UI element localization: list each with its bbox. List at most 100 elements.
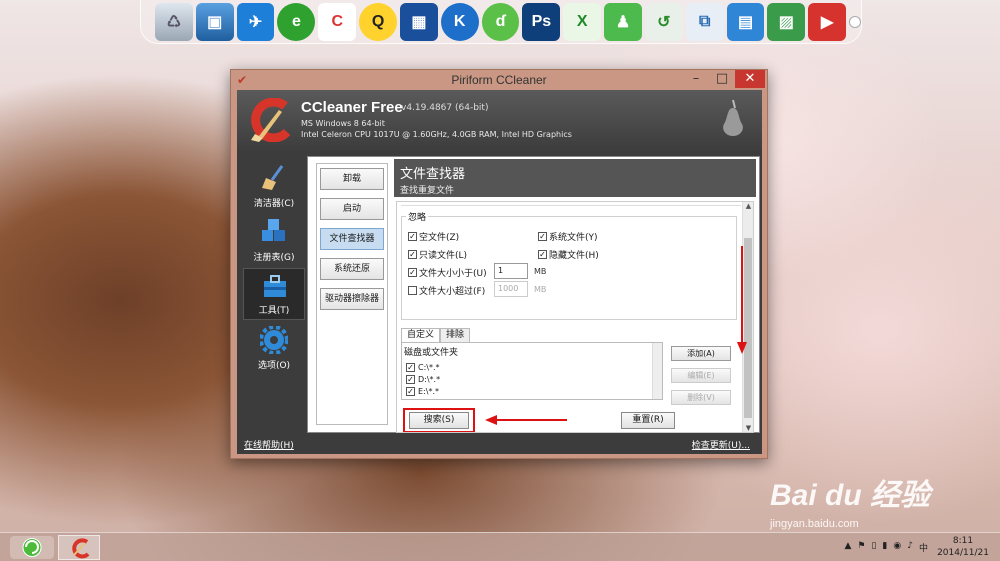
subnav-file-finder[interactable]: 文件查找器	[320, 228, 384, 250]
group-title: 忽略	[406, 210, 429, 223]
photoshop-icon[interactable]: Ps	[522, 2, 561, 41]
checkbox-box: ✓	[408, 268, 417, 277]
check-updates-link[interactable]: 检查更新(U)...	[692, 438, 750, 451]
ccleaner-icon[interactable]: C	[318, 2, 357, 41]
title-bar[interactable]: ✔ Piriform CCleaner – □ ✕	[231, 70, 767, 90]
sidebar-item-options[interactable]: 选项(O)	[243, 322, 305, 374]
product-name: CCleaner Free	[301, 99, 403, 116]
system-tray: ▲ ⚑ ▯ ▮ ◉ ♪ 中	[844, 541, 928, 554]
folder-list: 磁盘或文件夹 ✓ C:\*.* ✓ D:\*.* ✓ E:\*.*	[401, 342, 663, 400]
refresh-icon[interactable]: ↺	[644, 2, 683, 41]
reset-button[interactable]: 重置(R)	[621, 412, 675, 429]
excel-icon[interactable]: X	[563, 2, 602, 41]
sidebar-item-label: 选项(O)	[257, 361, 291, 371]
network-icon[interactable]: ◉	[893, 541, 901, 554]
video-player-icon[interactable]: ▦	[399, 2, 438, 41]
list-item[interactable]: ✓ E:\*.*	[406, 387, 439, 396]
smaller-than-checkbox[interactable]: ✓ 文件大小小于(U)	[408, 266, 487, 279]
online-help-link[interactable]: 在线帮助(H)	[244, 438, 294, 451]
subnav-startup[interactable]: 启动	[320, 198, 384, 220]
delete-button[interactable]: 删除(V)	[671, 390, 731, 405]
battery-icon[interactable]: ▮	[882, 541, 887, 554]
path-label: C:\*.*	[418, 363, 440, 372]
sidebar-item-cleaner[interactable]: 清洁器(C)	[243, 160, 305, 212]
zero-files-checkbox[interactable]: ✓ 空文件(Z)	[408, 230, 459, 243]
checkbox-label: 系统文件(Y)	[549, 233, 598, 243]
network-icon[interactable]: ⧉	[685, 2, 724, 41]
window-client: CCleaner Free v4.19.4867 (64-bit) MS Win…	[237, 90, 762, 454]
sidebar-item-label: 工具(T)	[258, 306, 290, 316]
os-info: MS Windows 8 64-bit	[301, 119, 385, 128]
browser-e-icon[interactable]: e	[277, 2, 316, 41]
checkbox-box: ✓	[406, 375, 415, 384]
document-icon[interactable]: ▤	[726, 2, 765, 41]
start-orb-icon	[22, 538, 42, 557]
taskbar-ccleaner[interactable]	[58, 535, 100, 560]
checkbox-box: ✓	[538, 232, 547, 241]
computer-icon[interactable]: ▣	[195, 2, 234, 41]
watermark-brand: Bai du 经验	[770, 479, 931, 512]
sidebar-item-label: 注册表(G)	[253, 253, 295, 263]
subnav-drive-wiper[interactable]: 驱动器擦除器	[320, 288, 384, 310]
add-button[interactable]: 添加(A)	[671, 346, 731, 361]
hidden-files-checkbox[interactable]: ✓ 隐藏文件(H)	[538, 248, 599, 261]
page-title: 文件查找器	[400, 167, 466, 182]
clock[interactable]: 8:11 2014/11/21	[932, 535, 994, 559]
list-item[interactable]: ✓ C:\*.*	[406, 363, 440, 372]
checkbox-box	[408, 286, 417, 295]
scroll-down-icon[interactable]: ▼	[743, 424, 753, 432]
maximize-button[interactable]: □	[709, 70, 735, 88]
volume-icon[interactable]: ♪	[907, 541, 913, 554]
checkbox-box: ✓	[408, 232, 417, 241]
sidebar-item-registry[interactable]: 注册表(G)	[243, 214, 305, 266]
larger-than-size-input[interactable]: 1000	[494, 281, 528, 297]
subnav-uninstall[interactable]: 卸载	[320, 168, 384, 190]
readonly-files-checkbox[interactable]: ✓ 只读文件(L)	[408, 248, 467, 261]
media-icon[interactable]: ▶	[808, 2, 847, 41]
picture-icon[interactable]: ▨	[767, 2, 806, 41]
location-tabs: 自定义 排除	[401, 328, 471, 342]
finder-options-area: 忽略 ✓ 空文件(Z) ✓ 系统文件(Y) ✓ 只读文件(L) ✓ 隐藏文件(H) ✓ 文…	[396, 201, 754, 433]
user-icon[interactable]: ♟	[604, 2, 642, 41]
toolbox-icon	[264, 275, 286, 297]
qq-icon[interactable]: Q	[359, 2, 397, 41]
recycle-bin-icon[interactable]: ♺	[155, 2, 193, 41]
close-button[interactable]: ✕	[735, 70, 765, 88]
device-icon[interactable]: ▯	[871, 541, 876, 554]
hardware-info: Intel Celeron CPU 1017U @ 1.60GHz, 4.0GB…	[301, 130, 572, 139]
show-hidden-icon[interactable]: ▲	[844, 541, 851, 554]
list-scrollbar[interactable]	[652, 343, 662, 399]
ccleaner-window: ✔ Piriform CCleaner – □ ✕ CCleaner Free …	[230, 69, 768, 459]
piriform-pear-icon	[723, 99, 743, 136]
sidebar-item-tools[interactable]: 工具(T)	[243, 268, 305, 320]
input-method-icon[interactable]: 中	[919, 541, 928, 554]
size-unit: MB	[534, 267, 547, 276]
broom-icon	[262, 165, 284, 190]
minimize-button[interactable]: –	[683, 70, 709, 88]
start-button[interactable]	[10, 536, 54, 559]
checkbox-label: 文件大小超过(F)	[419, 287, 486, 297]
dock-extra-icon[interactable]	[849, 15, 862, 28]
annotation-arrow-down-icon	[737, 246, 747, 354]
system-files-checkbox[interactable]: ✓ 系统文件(Y)	[538, 230, 598, 243]
cut-off-options-row	[401, 202, 741, 206]
music-player-icon[interactable]: ɗ	[481, 2, 520, 41]
edit-button[interactable]: 编辑(E)	[671, 368, 731, 383]
registry-cubes-icon	[262, 219, 285, 241]
smaller-than-size-input[interactable]: 1	[494, 263, 528, 279]
tab-custom[interactable]: 自定义	[401, 328, 441, 342]
desktop-dock: ♺ ▣ ✈ e C Q ▦ K ɗ Ps X ♟ ↺ ⧉ ▤ ▨ ▶	[140, 0, 862, 44]
k-app-icon[interactable]: K	[440, 2, 479, 41]
scroll-up-icon[interactable]: ▲	[743, 202, 753, 212]
tab-exclude[interactable]: 排除	[440, 328, 471, 342]
list-item[interactable]: ✓ D:\*.*	[406, 375, 440, 384]
highlight-box	[403, 408, 475, 432]
sidebar-item-label: 清洁器(C)	[253, 199, 295, 209]
baidu-watermark: Bai du 经验 jingyan.baidu.com	[770, 470, 931, 530]
taskbar: ▲ ⚑ ▯ ▮ ◉ ♪ 中 8:11 2014/11/21	[0, 532, 1000, 561]
larger-than-checkbox[interactable]: 文件大小超过(F)	[408, 284, 485, 297]
checkbox-box: ✓	[538, 250, 547, 259]
flag-icon[interactable]: ⚑	[857, 541, 865, 554]
subnav-system-restore[interactable]: 系统还原	[320, 258, 384, 280]
bird-app-icon[interactable]: ✈	[236, 2, 275, 41]
